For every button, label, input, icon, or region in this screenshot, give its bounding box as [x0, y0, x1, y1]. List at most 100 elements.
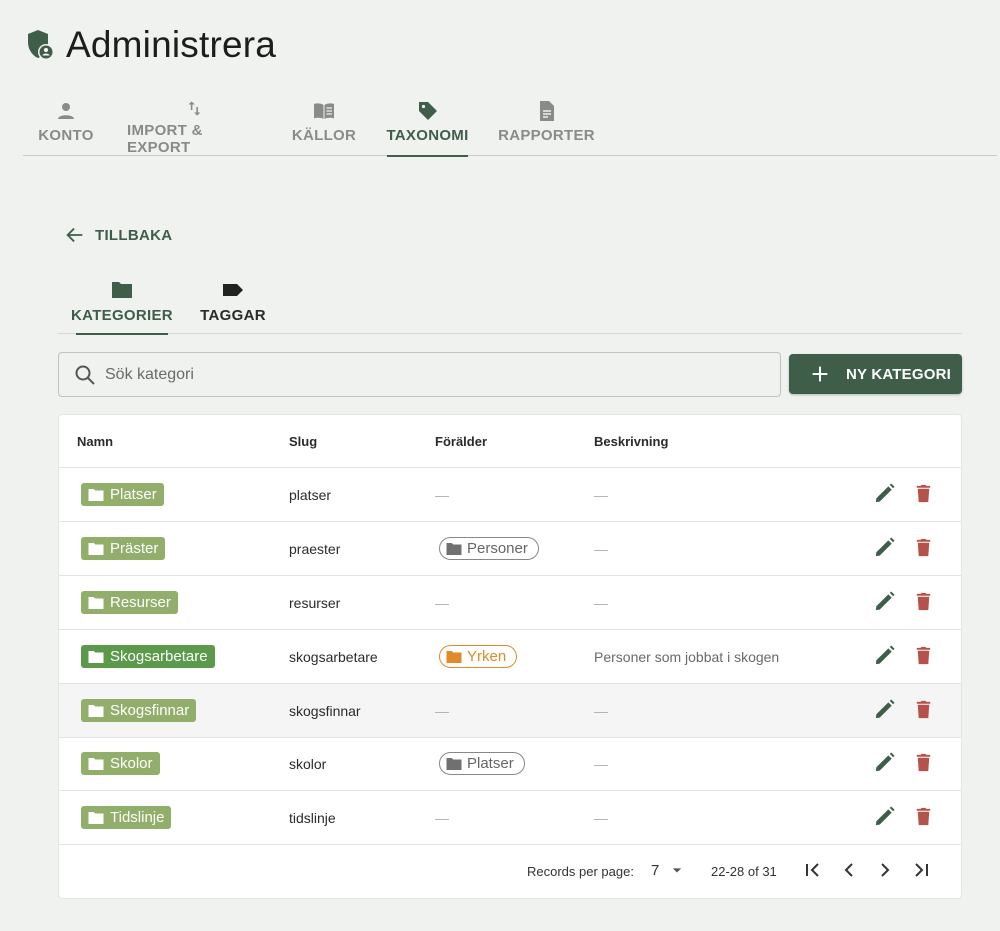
folder-icon: [446, 650, 462, 663]
edit-icon[interactable]: [873, 751, 896, 774]
first-page-icon[interactable]: [801, 858, 825, 882]
category-chip[interactable]: Skolor: [81, 752, 160, 775]
category-name: Platser: [110, 486, 157, 503]
folder-icon: [88, 704, 104, 717]
category-name: Präster: [110, 540, 159, 557]
edit-icon[interactable]: [873, 644, 896, 667]
description-empty: —: [594, 486, 608, 503]
tab-kategorier[interactable]: KATEGORIER: [71, 278, 173, 335]
table-pagination: Records per page: 7 22-28 of 31: [59, 845, 961, 898]
tab-label: TAXONOMI: [386, 127, 469, 144]
search-input[interactable]: [105, 365, 705, 384]
description-empty: —: [594, 702, 608, 719]
delete-icon[interactable]: [912, 805, 935, 828]
tab-rapporter[interactable]: RAPPORTER: [498, 96, 595, 156]
slug-cell: skolor: [289, 755, 327, 772]
category-chip[interactable]: Skogsarbetare: [81, 645, 215, 668]
parent-chip[interactable]: Platser: [439, 752, 525, 775]
table-row[interactable]: Präster praester Personer —: [59, 522, 961, 576]
new-category-button[interactable]: NY KATEGORI: [789, 354, 962, 394]
tab-taxonomi[interactable]: TAXONOMI: [386, 96, 469, 157]
table-row[interactable]: Skogsarbetare skogsarbetare Yrken Person…: [59, 630, 961, 684]
delete-icon[interactable]: [912, 590, 935, 613]
category-chip[interactable]: Präster: [81, 537, 166, 560]
description-empty: —: [594, 540, 608, 557]
column-header-parent[interactable]: Förälder: [435, 434, 487, 449]
edit-icon[interactable]: [873, 805, 896, 828]
pager: [801, 858, 933, 882]
category-chip[interactable]: Resurser: [81, 591, 178, 614]
last-page-icon[interactable]: [909, 858, 933, 882]
parent-name: Personer: [467, 540, 528, 557]
document-icon: [539, 101, 554, 121]
parent-empty: —: [435, 594, 449, 611]
category-chip[interactable]: Tidslinje: [81, 806, 172, 829]
caret-down-icon: [673, 868, 682, 873]
table-row[interactable]: Platser platser — —: [59, 468, 961, 522]
person-icon: [58, 103, 74, 119]
parent-empty: —: [435, 486, 449, 503]
table-row[interactable]: Tidslinje tidslinje — —: [59, 791, 961, 845]
parent-chip[interactable]: Personer: [439, 537, 539, 560]
page-range: 22-28 of 31: [711, 864, 777, 879]
delete-icon[interactable]: [912, 698, 935, 721]
tag-icon: [418, 102, 437, 120]
folder-icon: [88, 650, 104, 663]
tab-import-export[interactable]: IMPORT & EXPORT: [127, 96, 261, 156]
folder-icon: [88, 542, 104, 555]
description-cell: Personer som jobbat i skogen: [594, 648, 780, 665]
delete-icon[interactable]: [912, 751, 935, 774]
back-button[interactable]: TILLBAKA: [64, 224, 172, 246]
edit-icon[interactable]: [873, 698, 896, 721]
category-chip[interactable]: Platser: [81, 483, 164, 506]
parent-empty: —: [435, 809, 449, 826]
parent-chip[interactable]: Yrken: [439, 645, 518, 668]
parent-name: Platser: [467, 755, 514, 772]
category-name: Tidslinje: [110, 809, 165, 826]
tab-kallor[interactable]: KÄLLOR: [291, 96, 357, 156]
column-header-description[interactable]: Beskrivning: [594, 434, 668, 449]
slug-cell: platser: [289, 486, 332, 503]
column-header-slug[interactable]: Slug: [289, 434, 317, 449]
next-page-icon[interactable]: [873, 858, 897, 882]
slug-cell: resurser: [289, 594, 341, 611]
edit-icon[interactable]: [873, 536, 896, 559]
tab-konto[interactable]: KONTO: [23, 96, 109, 156]
tab-taggar[interactable]: TAGGAR: [200, 278, 266, 334]
table-row[interactable]: Skogsfinnar skogsfinnar — —: [59, 684, 961, 738]
folder-icon: [88, 811, 104, 824]
column-header-name[interactable]: Namn: [77, 434, 113, 449]
plus-icon: [812, 366, 828, 382]
category-name: Skogsfinnar: [110, 702, 190, 719]
search-field[interactable]: [58, 352, 781, 397]
edit-icon[interactable]: [873, 482, 896, 505]
categories-table: Namn Slug Förälder Beskrivning Platser p…: [58, 414, 962, 899]
slug-cell: skogsarbetare: [289, 648, 378, 665]
description-empty: —: [594, 809, 608, 826]
category-name: Skolor: [110, 755, 153, 772]
table-row[interactable]: Skolor skolor Platser —: [59, 737, 961, 791]
admin-shield-icon: [28, 30, 54, 60]
book-icon: [314, 103, 334, 119]
previous-page-icon[interactable]: [837, 858, 861, 882]
table-row[interactable]: Resurser resurser — —: [59, 576, 961, 630]
category-chip[interactable]: Skogsfinnar: [81, 699, 197, 722]
delete-icon[interactable]: [912, 644, 935, 667]
label-icon: [223, 284, 243, 296]
delete-icon[interactable]: [912, 482, 935, 505]
rows-per-page-select[interactable]: 7: [651, 860, 687, 880]
tab-label: TAGGAR: [200, 307, 266, 324]
rows-per-page-label: Records per page:: [527, 864, 634, 879]
table-header: Namn Slug Förälder Beskrivning: [59, 415, 961, 468]
delete-icon[interactable]: [912, 536, 935, 559]
rows-per-page-value: 7: [651, 861, 660, 879]
app-header: Administrera: [26, 24, 276, 66]
sub-tab-bar: KATEGORIER TAGGAR: [58, 278, 962, 335]
edit-icon[interactable]: [873, 590, 896, 613]
slug-cell: praester: [289, 540, 341, 557]
tab-label: KONTO: [38, 127, 94, 144]
tab-label: RAPPORTER: [498, 127, 595, 144]
tab-label: KÄLLOR: [291, 127, 357, 144]
slug-cell: skogsfinnar: [289, 702, 361, 719]
back-label: TILLBAKA: [95, 226, 173, 244]
